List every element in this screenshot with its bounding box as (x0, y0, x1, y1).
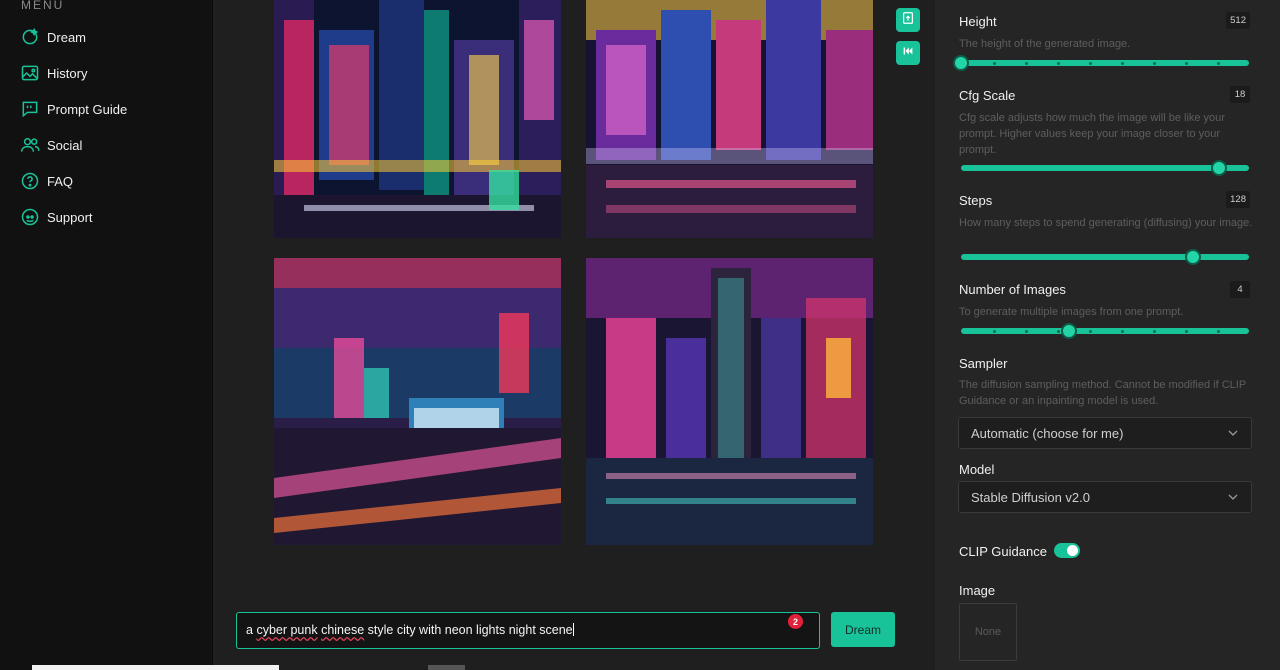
image-title: Image (959, 583, 996, 598)
model-title: Model (959, 462, 995, 477)
height-slider[interactable] (953, 55, 1249, 71)
notification-badge: 2 (788, 614, 803, 629)
prompt-text: a cyber punk chinese style city with neo… (246, 623, 574, 637)
settings-panel: Height 512 The height of the generated i… (935, 0, 1280, 670)
nav-item-social[interactable]: Social (19, 134, 82, 156)
height-slider-thumb[interactable] (953, 55, 969, 71)
model-select[interactable]: Stable Diffusion v2.0 (958, 481, 1252, 513)
nav-item-history[interactable]: History (19, 62, 87, 84)
nav-label-prompt-guide: Prompt Guide (47, 101, 128, 117)
rewind-icon (901, 44, 915, 63)
taskbar-strip-2 (428, 665, 465, 670)
num-images-value: 4 (1230, 281, 1250, 298)
slider-tick (1217, 329, 1220, 333)
generated-image-3[interactable] (274, 258, 561, 545)
steps-value: 128 (1226, 191, 1250, 208)
upload-icon (901, 11, 915, 30)
height-desc: The height of the generated image. (959, 38, 1131, 50)
spell-error-cyber-punk: cyber punk (256, 623, 318, 637)
cfg-scale-value: 18 (1230, 86, 1250, 103)
sparkle-user-icon (19, 27, 40, 48)
generated-image-2[interactable] (586, 0, 873, 238)
nav-label-support: Support (47, 209, 93, 225)
nav-label-history: History (47, 65, 88, 81)
slider-tick (1153, 61, 1156, 65)
nav-item-dream[interactable]: Dream (19, 26, 86, 48)
chevron-down-icon (1228, 494, 1238, 500)
cfg-scale-title: Cfg Scale (959, 88, 1016, 103)
rewind-button[interactable] (896, 41, 920, 65)
clip-guidance-toggle[interactable] (1054, 543, 1080, 558)
slider-tick (1089, 61, 1092, 65)
image-icon (19, 63, 40, 84)
nav-label-dream: Dream (47, 29, 87, 45)
upload-button[interactable] (896, 8, 920, 32)
num-images-slider-thumb[interactable] (1061, 323, 1077, 339)
num-images-slider[interactable] (961, 323, 1249, 339)
discord-icon (19, 207, 40, 228)
slider-tick (1025, 61, 1028, 65)
slider-tick (993, 329, 996, 333)
sidebar: MENU Dream History Prompt Guide Social F… (0, 0, 213, 670)
slider-tick (1121, 329, 1124, 333)
question-icon (19, 171, 40, 192)
slider-tick (1185, 329, 1188, 333)
main-area: a cyber punk chinese style city with neo… (213, 0, 935, 670)
toggle-knob (1067, 545, 1078, 556)
steps-slider-thumb[interactable] (1184, 249, 1201, 265)
model-selected: Stable Diffusion v2.0 (971, 490, 1090, 505)
sampler-selected: Automatic (choose for me) (971, 426, 1124, 441)
nav-item-support[interactable]: Support (19, 206, 93, 228)
generated-image-4[interactable] (586, 258, 873, 545)
nav-item-prompt-guide[interactable]: Prompt Guide (19, 98, 127, 120)
slider-tick (993, 61, 996, 65)
cfg-scale-desc: Cfg scale adjusts how much the image wil… (959, 112, 1225, 156)
slider-tick (1025, 329, 1028, 333)
clip-guidance-title: CLIP Guidance (959, 544, 1047, 559)
cfg-scale-slider-thumb[interactable] (1211, 160, 1228, 176)
height-value: 512 (1226, 12, 1250, 29)
num-images-desc: To generate multiple images from one pro… (959, 306, 1184, 318)
prompt-input[interactable]: a cyber punk chinese style city with neo… (236, 612, 820, 649)
quote-bubble-icon (19, 99, 40, 120)
chevron-down-icon (1228, 430, 1238, 436)
nav-item-faq[interactable]: FAQ (19, 170, 73, 192)
slider-tick (1121, 61, 1124, 65)
sampler-desc: The diffusion sampling method. Cannot be… (959, 379, 1246, 407)
spell-error-chinese: chinese (321, 623, 365, 637)
users-icon (19, 135, 40, 156)
slider-tick (1217, 61, 1220, 65)
text-caret (572, 623, 574, 636)
nav-label-social: Social (47, 137, 83, 153)
slider-tick (1153, 329, 1156, 333)
generated-image-1[interactable] (274, 0, 561, 238)
num-images-title: Number of Images (959, 282, 1066, 297)
nav-label-faq: FAQ (47, 173, 74, 189)
slider-tick (1089, 329, 1092, 333)
height-title: Height (959, 14, 997, 29)
slider-tick (1185, 61, 1188, 65)
cfg-scale-slider[interactable] (961, 160, 1249, 176)
image-dropzone[interactable]: None (959, 603, 1017, 661)
steps-title: Steps (959, 193, 993, 208)
sampler-title: Sampler (959, 356, 1008, 371)
taskbar-strip (32, 665, 279, 670)
dream-button[interactable]: Dream (831, 612, 895, 647)
steps-slider[interactable] (961, 249, 1249, 265)
sampler-select[interactable]: Automatic (choose for me) (958, 417, 1252, 449)
steps-desc: How many steps to spend generating (diff… (959, 217, 1253, 229)
menu-label: MENU (21, 0, 65, 12)
slider-tick (1057, 329, 1060, 333)
slider-tick (1057, 61, 1060, 65)
